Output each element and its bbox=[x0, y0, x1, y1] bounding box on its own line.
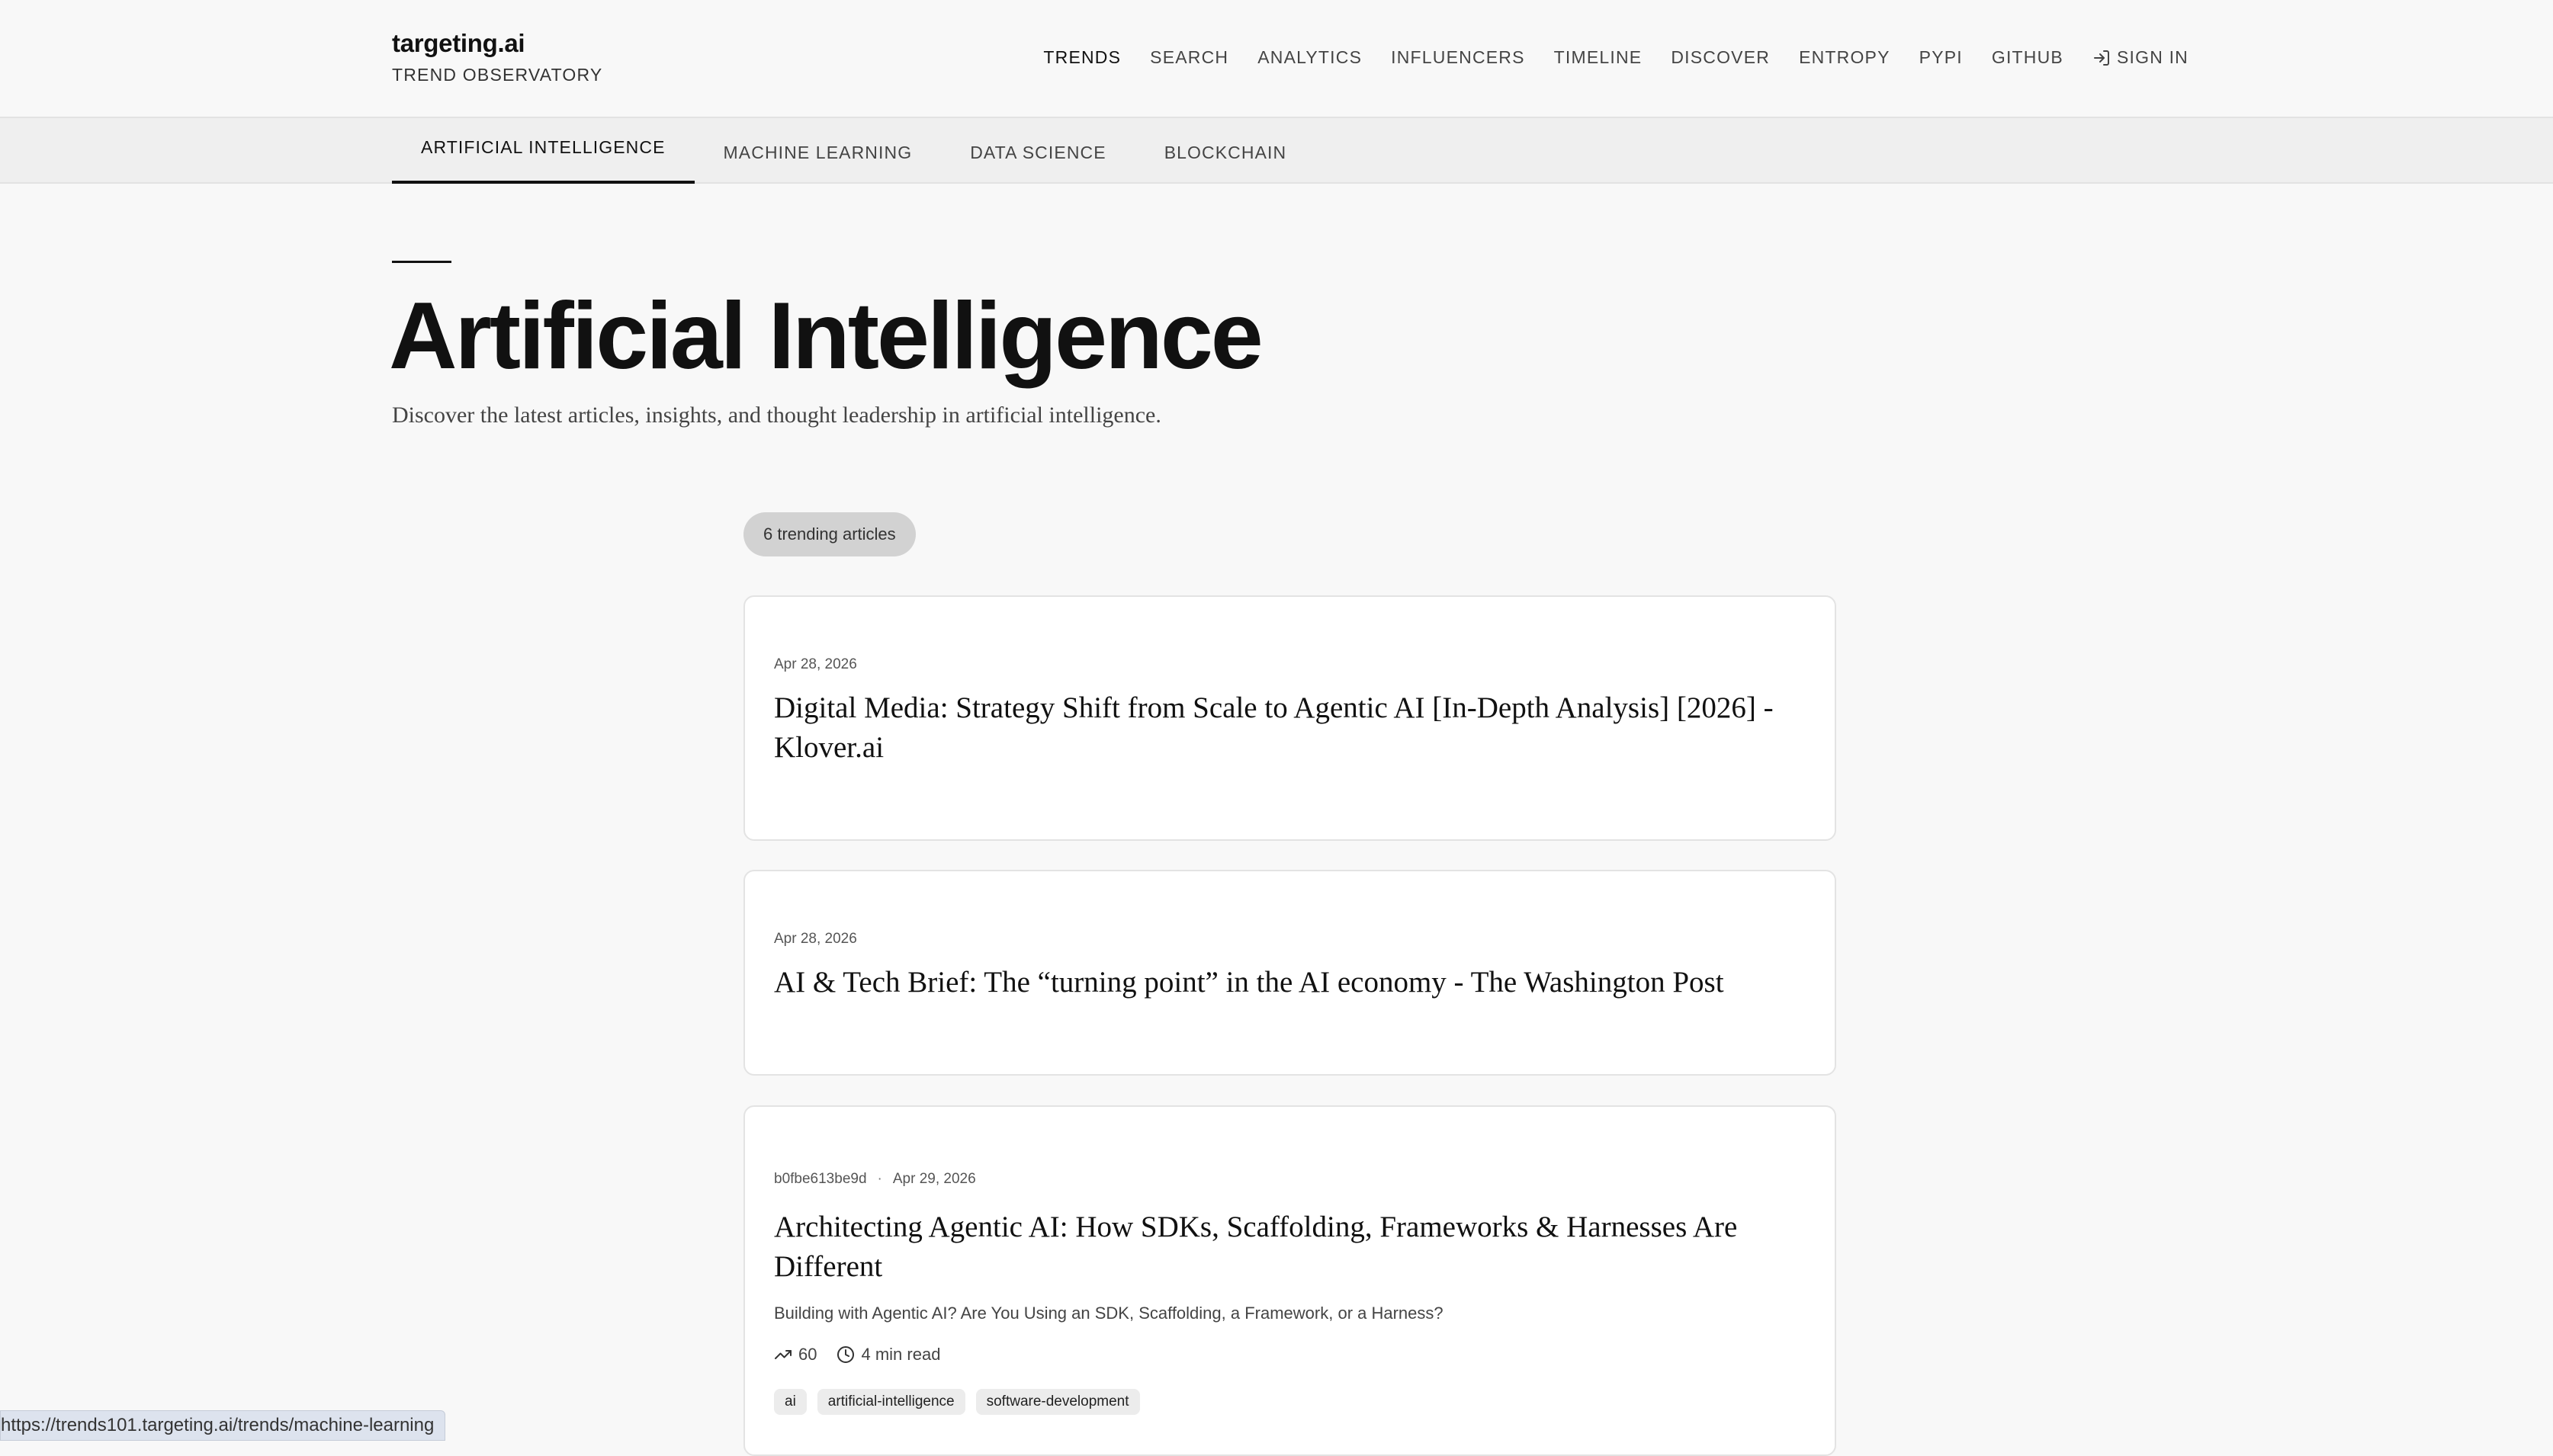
sign-in-icon bbox=[2093, 50, 2109, 66]
article-card[interactable]: Apr 28, 2026 AI & Tech Brief: The “turni… bbox=[743, 870, 1836, 1076]
article-tags: ai artificial-intelligence software-deve… bbox=[774, 1389, 1151, 1415]
nav-item-influencers[interactable]: INFLUENCERS bbox=[1391, 47, 1525, 68]
read-time-value: 4 min read bbox=[861, 1345, 941, 1364]
brand-logo-text[interactable]: targeting.ai bbox=[392, 29, 525, 58]
article-date: Apr 28, 2026 bbox=[774, 656, 857, 672]
nav-item-analytics[interactable]: ANALYTICS bbox=[1257, 47, 1362, 68]
clock-icon bbox=[837, 1346, 855, 1363]
nav-item-github[interactable]: GITHUB bbox=[1992, 47, 2063, 68]
tab-machine-learning[interactable]: MACHINE LEARNING bbox=[695, 118, 942, 184]
page-description: Discover the latest articles, insights, … bbox=[392, 402, 1161, 428]
read-time: 4 min read bbox=[837, 1345, 940, 1365]
hero-accent-rule bbox=[392, 261, 451, 263]
tab-data-science[interactable]: DATA SCIENCE bbox=[941, 118, 1135, 184]
category-tabs: ARTIFICIAL INTELLIGENCE MACHINE LEARNING… bbox=[392, 118, 1315, 184]
meta-separator: · bbox=[877, 1171, 882, 1187]
top-header: targeting.ai TREND OBSERVATORY TRENDS SE… bbox=[0, 0, 2553, 118]
nav-item-entropy[interactable]: ENTROPY bbox=[1799, 47, 1890, 68]
article-summary: Building with Agentic AI? Are You Using … bbox=[774, 1304, 1443, 1323]
tag-chip[interactable]: ai bbox=[774, 1389, 807, 1415]
article-title[interactable]: Architecting Agentic AI: How SDKs, Scaff… bbox=[774, 1207, 1807, 1287]
brand-subtitle: TREND OBSERVATORY bbox=[392, 65, 603, 85]
tag-chip[interactable]: artificial-intelligence bbox=[817, 1389, 965, 1415]
main-nav: TRENDS SEARCH ANALYTICS INFLUENCERS TIME… bbox=[1014, 47, 2189, 68]
article-author[interactable]: b0fbe613be9d bbox=[774, 1171, 867, 1188]
nav-item-pypi[interactable]: PYPI bbox=[1919, 47, 1963, 68]
tab-artificial-intelligence[interactable]: ARTIFICIAL INTELLIGENCE bbox=[392, 118, 695, 184]
article-meta: Apr 28, 2026 bbox=[774, 931, 857, 948]
trend-score: 60 bbox=[774, 1345, 817, 1365]
nav-item-search[interactable]: SEARCH bbox=[1150, 47, 1228, 68]
nav-item-trends[interactable]: TRENDS bbox=[1043, 47, 1121, 68]
trend-score-value: 60 bbox=[798, 1345, 817, 1364]
article-stats: 60 4 min read bbox=[774, 1345, 960, 1365]
article-meta: Apr 28, 2026 bbox=[774, 656, 857, 673]
trending-up-icon bbox=[775, 1350, 792, 1359]
article-title[interactable]: Digital Media: Strategy Shift from Scale… bbox=[774, 688, 1807, 768]
article-date: Apr 29, 2026 bbox=[892, 1171, 976, 1187]
tab-blockchain[interactable]: BLOCKCHAIN bbox=[1135, 118, 1316, 184]
article-card[interactable]: Apr 28, 2026 Digital Media: Strategy Shi… bbox=[743, 595, 1836, 841]
tag-chip[interactable]: software-development bbox=[975, 1389, 1140, 1415]
page-title: Artificial Intelligence bbox=[389, 284, 1264, 389]
article-title[interactable]: AI & Tech Brief: The “turning point” in … bbox=[774, 963, 1807, 1002]
nav-item-discover[interactable]: DISCOVER bbox=[1671, 47, 1770, 68]
article-count-badge: 6 trending articles bbox=[743, 512, 916, 556]
article-card[interactable]: b0fbe613be9d · Apr 29, 2026 Architecting… bbox=[743, 1105, 1836, 1456]
status-bar-url: https://trends101.targeting.ai/trends/ma… bbox=[0, 1410, 446, 1441]
nav-item-timeline[interactable]: TIMELINE bbox=[1554, 47, 1643, 68]
category-tab-bar: ARTIFICIAL INTELLIGENCE MACHINE LEARNING… bbox=[0, 118, 2553, 184]
sign-in-label: SIGN IN bbox=[2116, 47, 2189, 67]
article-meta: b0fbe613be9d · Apr 29, 2026 bbox=[774, 1171, 976, 1188]
article-date: Apr 28, 2026 bbox=[774, 931, 857, 947]
sign-in-button[interactable]: SIGN IN bbox=[2092, 47, 2189, 68]
